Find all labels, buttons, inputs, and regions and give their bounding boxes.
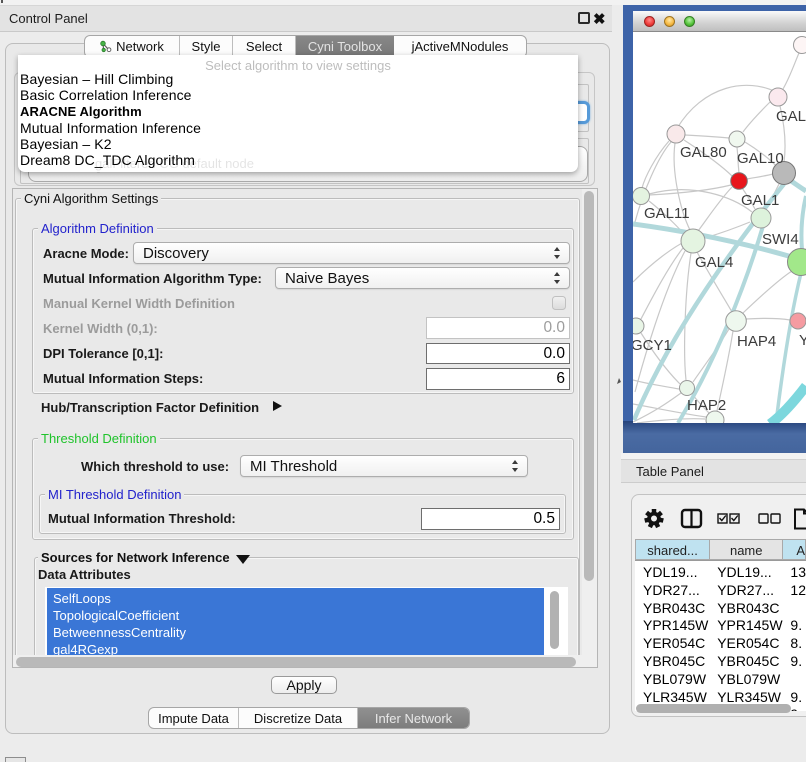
svg-text:GAL1: GAL1 xyxy=(741,192,779,209)
svg-text:HAP2: HAP2 xyxy=(687,397,726,414)
svg-text:GAL80: GAL80 xyxy=(680,144,727,161)
svg-text:SWI4: SWI4 xyxy=(762,231,799,248)
svg-text:Y: Y xyxy=(799,332,806,349)
svg-text:GAL11: GAL11 xyxy=(644,205,690,222)
svg-text:GAL4: GAL4 xyxy=(695,254,733,271)
svg-text:HAP4: HAP4 xyxy=(737,333,776,350)
svg-text:GCY1: GCY1 xyxy=(633,337,672,354)
svg-text:GAL10: GAL10 xyxy=(737,150,784,167)
svg-text:GAL: GAL xyxy=(776,108,806,125)
